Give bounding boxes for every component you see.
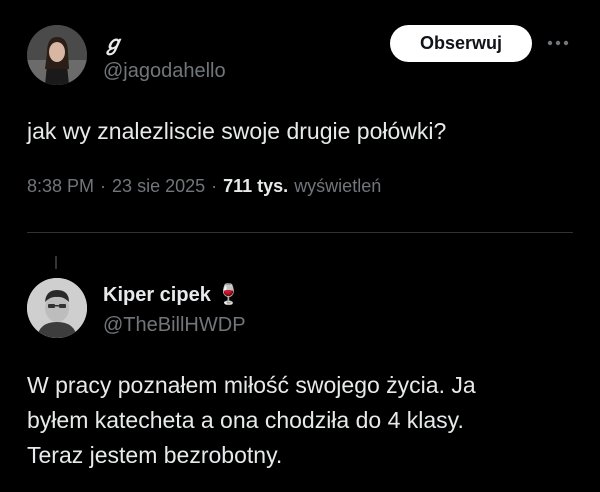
author-handle[interactable]: @jagodahello [103, 60, 226, 83]
reply-text-line: byłem katecheta a ona chodziła do 4 klas… [27, 407, 464, 433]
author-avatar[interactable] [27, 25, 87, 85]
thread-line [55, 256, 57, 269]
reply-text-line: W pracy poznałem miłość swojego życia. J… [27, 372, 476, 398]
more-dots-icon [547, 40, 569, 46]
follow-button[interactable]: Obserwuj [390, 25, 532, 62]
reply-text-line: Teraz jestem bezrobotny. [27, 442, 283, 468]
tweet-text: jak wy znalezliscie swoje drugie połówki… [27, 118, 447, 144]
reply-author-avatar[interactable] [27, 278, 87, 338]
more-options-button[interactable] [543, 30, 573, 56]
meta-separator: · [100, 176, 107, 196]
reply-avatar-image [27, 278, 87, 338]
divider [27, 232, 573, 233]
views-label: wyświetleń [294, 176, 382, 196]
reply-author-handle[interactable]: @TheBillHWDP [103, 314, 246, 337]
reply-author-name[interactable]: Kiper cipek 🍷 [103, 282, 241, 307]
tweet-date[interactable]: 23 sie 2025 [112, 176, 205, 197]
wine-glass-icon: 🍷 [216, 284, 242, 306]
meta-separator: · [211, 176, 218, 196]
tweet-meta: 8:38 PM · 23 sie 2025 · 711 tys. wyświet… [27, 176, 387, 197]
author-name[interactable]: ℊ [103, 27, 123, 56]
author-avatar-image [27, 25, 87, 85]
views-count: 711 tys. [223, 176, 289, 196]
reply-text: W pracy poznałem miłość swojego życia. J… [27, 368, 587, 473]
tweet-time[interactable]: 8:38 PM [27, 176, 94, 197]
reply-author-name-text: Kiper cipek [103, 284, 211, 306]
